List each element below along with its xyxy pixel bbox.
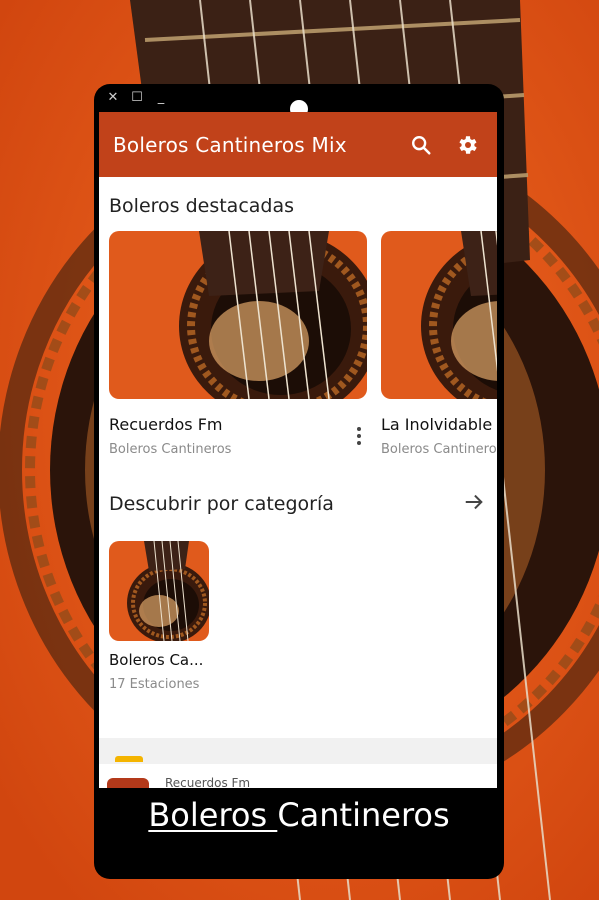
category-count: 17 Estaciones xyxy=(109,677,200,692)
featured-carousel[interactable]: Recuerdos Fm Boleros Cantineros La Inolv… xyxy=(99,231,497,471)
mini-player[interactable]: Recuerdos Fm xyxy=(99,738,497,788)
phone-frame: ✕ ☐ _ Boleros Cantineros Mix Boleros des… xyxy=(94,84,504,879)
gear-icon[interactable] xyxy=(449,127,485,163)
search-icon[interactable] xyxy=(403,127,439,163)
arrow-right-icon[interactable] xyxy=(463,491,485,517)
restore-icon[interactable]: ☐ xyxy=(130,90,144,106)
featured-card[interactable]: Recuerdos Fm Boleros Cantineros xyxy=(109,231,367,457)
category-card[interactable]: Boleros Ca... 17 Estaciones xyxy=(109,541,219,692)
app-screen: Boleros Cantineros Mix Boleros destacada… xyxy=(99,112,497,788)
categories-header: Descubrir por categoría xyxy=(99,471,497,517)
more-options-icon[interactable] xyxy=(351,423,367,449)
station-subtitle: Boleros Cantineros xyxy=(381,442,497,457)
station-thumbnail xyxy=(109,231,367,399)
featured-card[interactable]: La Inolvidable Boleros Cantineros xyxy=(381,231,497,457)
category-thumbnail xyxy=(109,541,209,641)
category-name: Boleros Ca... xyxy=(109,651,204,669)
mini-player-bar xyxy=(99,764,497,788)
mini-player-title: Recuerdos Fm xyxy=(165,776,251,788)
featured-title: Boleros destacadas xyxy=(109,195,295,217)
close-icon[interactable]: ✕ xyxy=(106,90,120,106)
station-name: La Inolvidable xyxy=(381,415,493,434)
categories-title: Descubrir por categoría xyxy=(109,493,334,515)
station-thumbnail xyxy=(381,231,497,399)
mini-player-thumbnail xyxy=(107,778,149,788)
ad-badge xyxy=(115,756,143,762)
app-bar: Boleros Cantineros Mix xyxy=(99,112,497,177)
caption-banner: Boleros Cantineros xyxy=(94,796,504,834)
caption-word-1: Boleros xyxy=(148,796,278,834)
caption-word-2: Cantineros xyxy=(277,796,450,834)
window-controls: ✕ ☐ _ xyxy=(106,90,168,106)
app-title: Boleros Cantineros Mix xyxy=(113,132,347,157)
station-subtitle: Boleros Cantineros xyxy=(109,442,232,457)
station-name: Recuerdos Fm xyxy=(109,415,223,434)
minimize-icon[interactable]: _ xyxy=(154,90,168,106)
